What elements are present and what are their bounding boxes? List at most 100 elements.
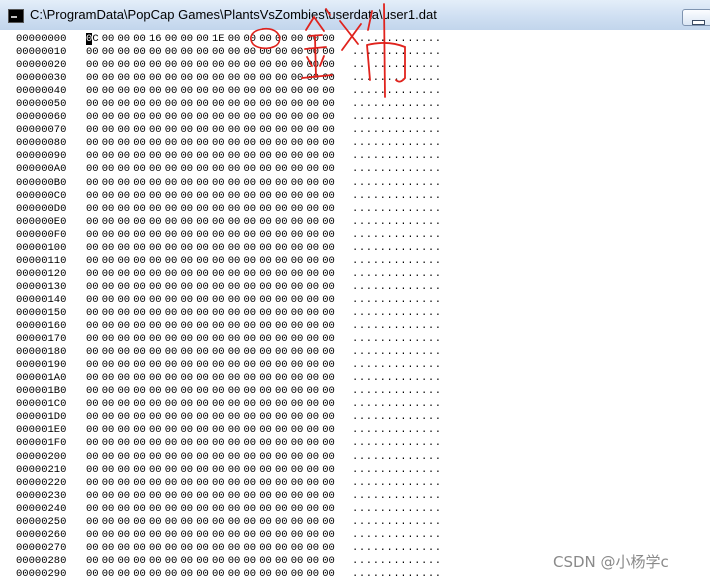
hex-byte: 00 bbox=[117, 541, 131, 554]
hex-byte: 00 bbox=[117, 424, 131, 437]
hex-byte: 00 bbox=[164, 567, 178, 579]
row-ascii: ............. bbox=[352, 59, 442, 72]
row-address: 00000130 bbox=[16, 280, 67, 293]
row-bytes: 00 00 00 00 00 00 00 00 00 00 00 00 00 00 00 00 bbox=[86, 411, 338, 424]
hex-byte: 00 bbox=[101, 59, 115, 72]
row-ascii: ............. bbox=[352, 372, 442, 385]
hex-byte: 00 bbox=[117, 267, 131, 280]
hex-byte: 00 bbox=[275, 515, 288, 528]
row-ascii: ............. bbox=[352, 46, 442, 59]
hex-byte: 00 bbox=[243, 280, 257, 293]
hex-byte: 00 bbox=[322, 98, 335, 111]
hex-row: 00000120 00 00 00 00 00 00 00 00 00 00 00 00 00 00 00 00… bbox=[16, 268, 442, 281]
hex-byte: 00 bbox=[227, 398, 241, 411]
hex-byte: 00 bbox=[133, 137, 146, 150]
hex-byte: 00 bbox=[133, 228, 146, 241]
hex-byte: 00 bbox=[133, 398, 146, 411]
row-bytes: 00 00 00 00 00 00 00 00 00 00 00 00 00 00 00 00 bbox=[86, 216, 338, 229]
hex-byte: 00 bbox=[133, 554, 146, 567]
hex-byte: 00 bbox=[196, 293, 209, 306]
hex-byte: 00 bbox=[259, 437, 272, 450]
hex-byte: 00 bbox=[117, 293, 131, 306]
hex-byte: 00 bbox=[290, 228, 304, 241]
hex-byte: 00 bbox=[180, 59, 194, 72]
hex-byte: 00 bbox=[180, 215, 194, 228]
hex-byte: 00 bbox=[290, 359, 304, 372]
hex-byte: 00 bbox=[227, 254, 241, 267]
hex-byte: 00 bbox=[133, 150, 146, 163]
hex-byte: 00 bbox=[101, 176, 115, 189]
hex-byte: 00 bbox=[227, 202, 241, 215]
hex-byte: 00 bbox=[243, 424, 257, 437]
hex-byte: 00 bbox=[133, 333, 146, 346]
hex-byte: 00 bbox=[101, 359, 115, 372]
hex-byte: 00 bbox=[243, 267, 257, 280]
hex-byte: 00 bbox=[196, 163, 209, 176]
hex-byte: 00 bbox=[227, 176, 241, 189]
hex-byte: 00 bbox=[117, 515, 131, 528]
hex-byte: 00 bbox=[149, 228, 162, 241]
hex-byte: 00 bbox=[306, 306, 320, 319]
console-window: C:\ProgramData\PopCap Games\PlantsVsZomb… bbox=[0, 0, 710, 579]
hex-byte: 00 bbox=[101, 450, 115, 463]
hex-row: 00000270 00 00 00 00 00 00 00 00 00 00 00 00 00 00 00 00… bbox=[16, 542, 442, 555]
hex-byte: 00 bbox=[196, 72, 209, 85]
hex-byte: 00 bbox=[243, 528, 257, 541]
hex-byte: 00 bbox=[117, 33, 131, 45]
hex-byte: 00 bbox=[180, 346, 194, 359]
hex-row: 000001A0 00 00 00 00 00 00 00 00 00 00 00 00 00 00 00 00… bbox=[16, 372, 442, 385]
hex-byte: 00 bbox=[180, 528, 194, 541]
row-ascii: ............. bbox=[352, 137, 442, 150]
hex-byte: 00 bbox=[322, 437, 335, 450]
hex-byte: 00 bbox=[164, 150, 178, 163]
hex-byte: 00 bbox=[101, 333, 115, 346]
hex-byte: 00 bbox=[275, 241, 288, 254]
hex-byte: 00 bbox=[180, 437, 194, 450]
hex-byte: 00 bbox=[101, 424, 115, 437]
hex-byte: 00 bbox=[290, 111, 304, 124]
hex-byte: 00 bbox=[133, 359, 146, 372]
hex-byte: 00 bbox=[259, 124, 272, 137]
title-bar[interactable]: C:\ProgramData\PopCap Games\PlantsVsZomb… bbox=[0, 0, 710, 31]
hex-byte: 00 bbox=[259, 254, 272, 267]
hex-byte: 00 bbox=[164, 59, 178, 72]
hex-byte: 00 bbox=[212, 124, 225, 137]
hex-byte: 00 bbox=[86, 137, 99, 150]
hex-byte: 00 bbox=[243, 241, 257, 254]
hex-byte: 00 bbox=[212, 293, 225, 306]
hex-row: 000000E0 00 00 00 00 00 00 00 00 00 00 00 00 00 00 00 00… bbox=[16, 216, 442, 229]
hex-byte: 00 bbox=[227, 189, 241, 202]
hex-byte: 00 bbox=[149, 489, 162, 502]
hex-byte: 00 bbox=[290, 254, 304, 267]
hex-row: 00000150 00 00 00 00 00 00 00 00 00 00 00 00 00 00 00 00… bbox=[16, 307, 442, 320]
hex-byte: 00 bbox=[117, 320, 131, 333]
hex-byte: 00 bbox=[149, 202, 162, 215]
row-address: 00000240 bbox=[16, 502, 67, 515]
hex-byte: 00 bbox=[275, 228, 288, 241]
hex-byte: 00 bbox=[180, 98, 194, 111]
hex-byte: 00 bbox=[133, 202, 146, 215]
hex-byte: 00 bbox=[243, 306, 257, 319]
hex-byte: 00 bbox=[259, 398, 272, 411]
hex-byte: 00 bbox=[275, 59, 288, 72]
row-bytes: 00 00 00 00 00 00 00 00 00 00 00 00 00 00 00 00 bbox=[86, 451, 338, 464]
hex-byte: 00 bbox=[101, 320, 115, 333]
console-output-area[interactable]: 00000000 0C 00 00 00 16 00 00 00 1E 00 00 00 00 00 00 00… bbox=[0, 30, 710, 579]
row-ascii: ............. bbox=[352, 450, 442, 463]
hex-byte: 00 bbox=[180, 241, 194, 254]
hex-byte: 00 bbox=[196, 59, 209, 72]
hex-byte: 00 bbox=[275, 150, 288, 163]
hex-byte: 00 bbox=[117, 554, 131, 567]
hex-byte: 00 bbox=[149, 411, 162, 424]
hex-row: 00000020 00 00 00 00 00 00 00 00 00 00 00 00 00 00 00 00… bbox=[16, 59, 442, 72]
row-ascii: ............. bbox=[352, 437, 442, 450]
hex-byte: 00 bbox=[196, 437, 209, 450]
minimize-button[interactable] bbox=[682, 9, 710, 26]
hex-byte: 00 bbox=[180, 85, 194, 98]
row-address: 00000060 bbox=[16, 111, 67, 124]
hex-byte: 00 bbox=[259, 320, 272, 333]
hex-byte: 00 bbox=[117, 176, 131, 189]
hex-row: 00000200 00 00 00 00 00 00 00 00 00 00 00 00 00 00 00 00… bbox=[16, 451, 442, 464]
hex-byte: 00 bbox=[306, 372, 320, 385]
hex-byte: 00 bbox=[259, 241, 272, 254]
